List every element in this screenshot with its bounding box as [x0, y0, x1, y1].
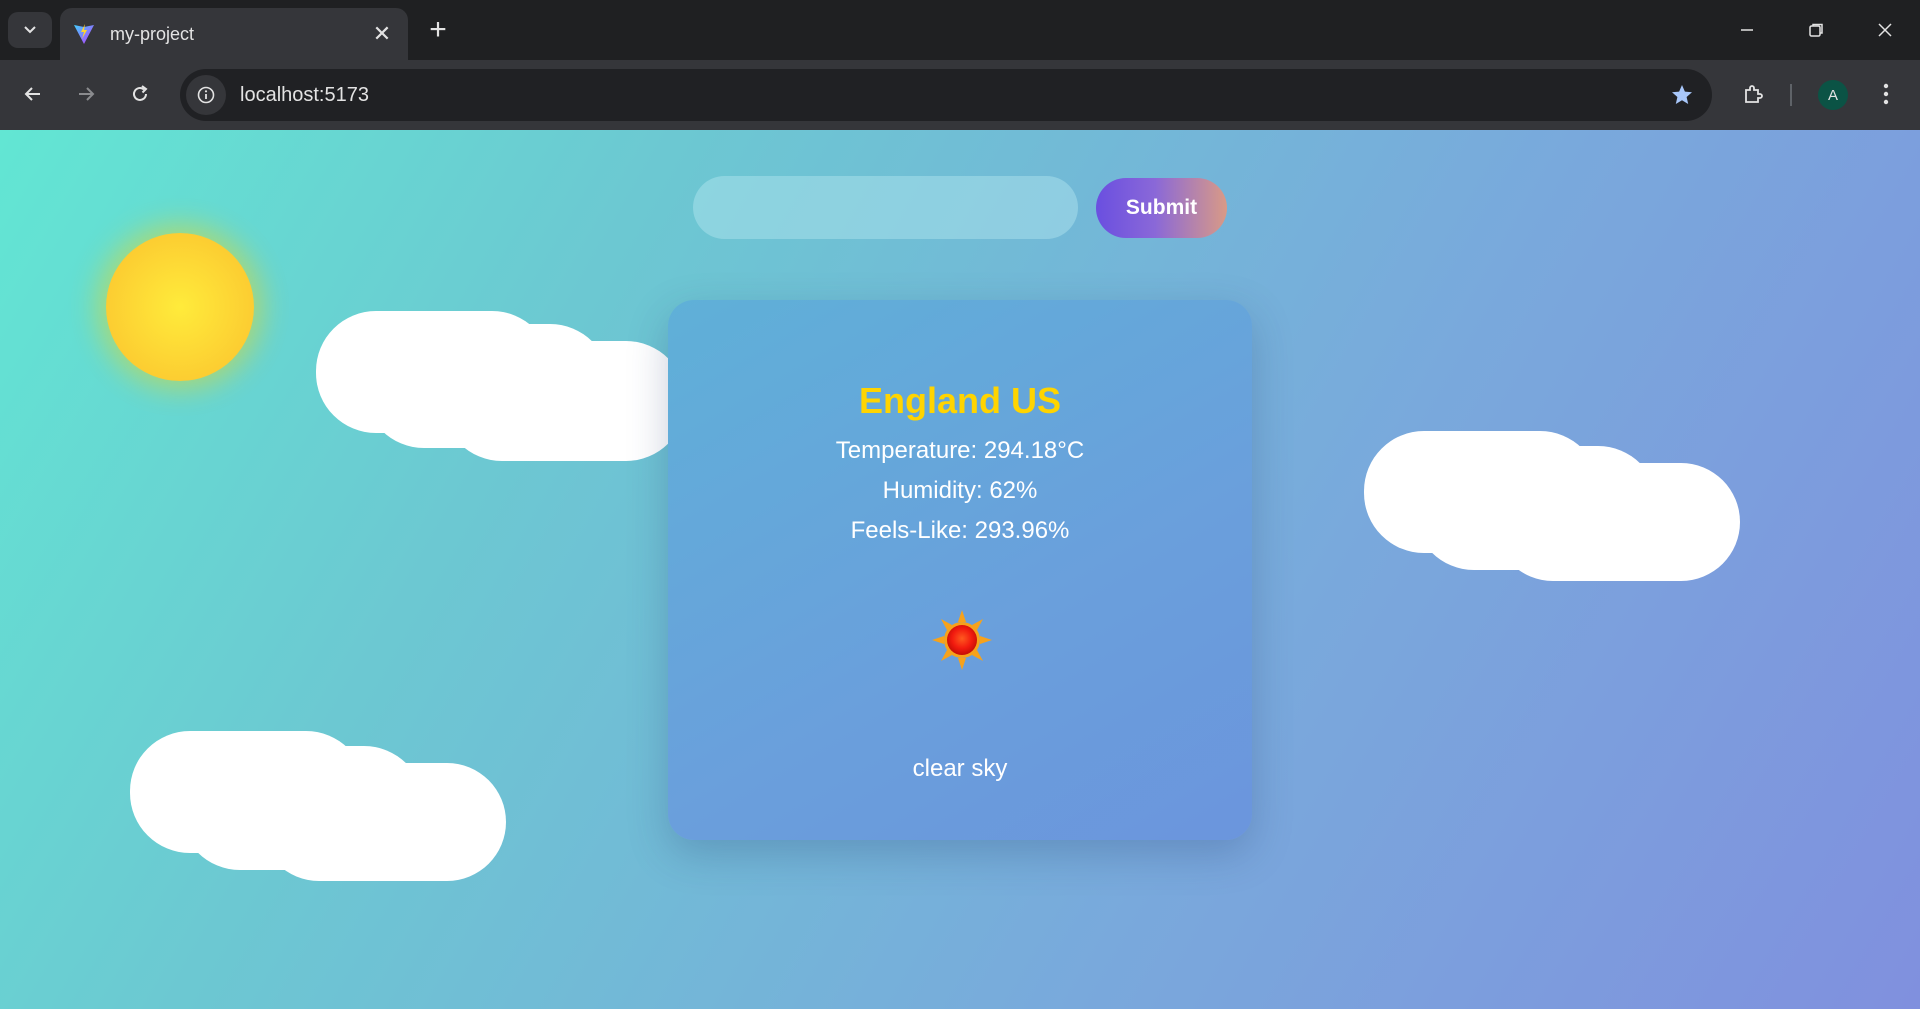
back-button[interactable] — [13, 74, 53, 114]
sun-icon — [932, 610, 992, 670]
reload-icon — [133, 85, 148, 101]
extensions-button[interactable] — [1734, 74, 1774, 114]
browser-tab[interactable]: my-project ✕ — [60, 8, 408, 60]
puzzle-icon — [1745, 85, 1763, 103]
tab-title: my-project — [110, 23, 195, 44]
reload-button[interactable] — [120, 74, 160, 114]
submit-button[interactable]: Submit — [1096, 177, 1227, 238]
temperature-text: Temperature: 294.18°C — [835, 437, 1085, 464]
bookmark-star-button[interactable] — [1660, 73, 1704, 117]
page-viewport: Submit England US Temperature: 294.18°C … — [0, 130, 1920, 1009]
toolbar-divider — [1790, 84, 1792, 106]
weather-card: England US Temperature: 294.18°C Humidit… — [668, 300, 1252, 840]
site-info-button[interactable] — [186, 75, 226, 115]
minimize-icon — [1741, 29, 1753, 31]
menu-button[interactable] — [1866, 74, 1906, 114]
decorative-sun — [106, 233, 254, 381]
close-icon[interactable]: ✕ — [368, 20, 396, 48]
arrow-right-icon — [79, 87, 95, 101]
close-icon — [1878, 23, 1892, 37]
city-title: England US — [858, 380, 1061, 421]
decorative-cloud — [1364, 431, 1740, 581]
decorative-cloud — [130, 731, 506, 881]
chevron-down-icon — [24, 26, 36, 34]
new-tab-button[interactable]: + — [422, 13, 454, 46]
weather-description: clear sky — [912, 755, 1008, 782]
avatar[interactable]: A — [1818, 80, 1848, 110]
star-icon — [1672, 85, 1692, 104]
tab-search-button[interactable] — [8, 12, 52, 48]
browser-toolbar: localhost:5173 — [0, 60, 1920, 130]
humidity-text: Humidity: 62% — [882, 477, 1038, 504]
decorative-cloud — [316, 311, 686, 461]
forward-button[interactable] — [66, 74, 106, 114]
restore-icon — [1809, 23, 1823, 37]
close-window-button[interactable] — [1862, 10, 1908, 50]
url-text: localhost:5173 — [240, 83, 369, 106]
info-icon — [197, 86, 215, 104]
search-form: Submit — [693, 176, 1227, 239]
browser-tab-strip: my-project ✕ + — [0, 0, 1920, 60]
address-bar[interactable]: localhost:5173 — [180, 69, 1712, 121]
arrow-left-icon — [24, 87, 40, 101]
city-search-input[interactable] — [693, 176, 1078, 239]
kebab-menu-icon — [1883, 83, 1889, 105]
restore-button[interactable] — [1793, 10, 1839, 50]
vite-logo-icon — [74, 24, 94, 44]
minimize-button[interactable] — [1724, 10, 1770, 50]
feels-like-text: Feels-Like: 293.96% — [850, 517, 1070, 544]
